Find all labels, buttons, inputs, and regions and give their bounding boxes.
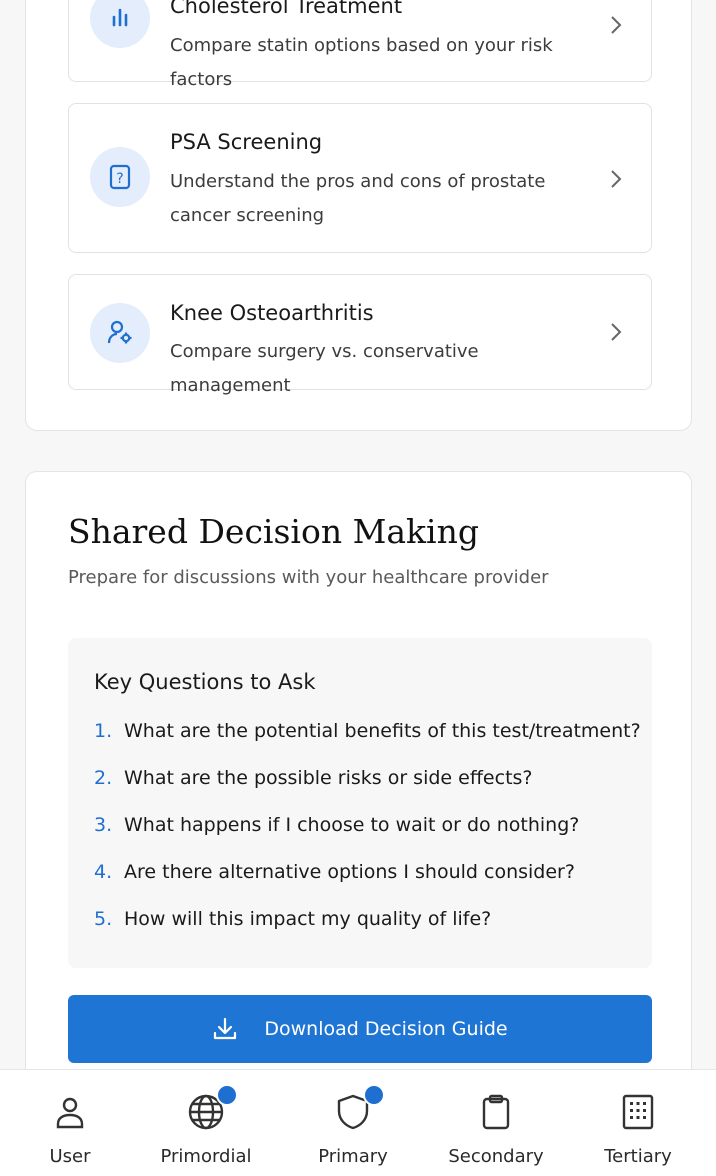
item-text: Are there alternative options I should c… [124,861,575,883]
chevron-right-icon [611,16,622,34]
download-button-label: Download Decision Guide [264,1018,508,1040]
nav-label: User [49,1146,91,1167]
shared-decision-card: Shared Decision Making Prepare for discu… [25,471,692,1121]
globe-icon [186,1084,238,1132]
key-questions-heading: Key Questions to Ask [94,670,316,694]
download-decision-guide-button[interactable]: Download Decision Guide [68,995,652,1063]
nav-item-secondary[interactable]: Secondary [436,1070,556,1176]
list-item: 3. What happens if I choose to wait or do… [94,814,641,861]
item-number: 4. [94,861,113,883]
download-icon [214,1017,237,1040]
item-number: 2. [94,767,113,789]
item-text: What are the possible risks or side effe… [124,767,533,789]
item-number: 5. [94,908,113,930]
nav-item-user[interactable]: User [10,1070,130,1176]
list-item: 1. What are the potential benefits of thi… [94,720,641,767]
nav-item-tertiary[interactable]: Tertiary [578,1070,698,1176]
list-item: 4. Are there alternative options I should… [94,861,641,908]
key-questions-box: Key Questions to Ask 1. What are the pote… [68,638,652,968]
nav-label: Primordial [160,1146,252,1167]
nav-label: Secondary [448,1146,544,1167]
building-icon [618,1092,658,1132]
option-cholesterol-treatment[interactable]: Cholesterol Treatment Compare statin opt… [68,0,652,90]
option-psa-screening[interactable]: ? PSA Screening Understand the pros and … [68,103,652,253]
item-text: How will this impact my quality of life? [124,908,492,930]
item-number: 3. [94,814,113,836]
user-icon [50,1092,90,1132]
notification-badge [363,1084,385,1106]
question-file-icon: ? [90,147,150,207]
list-item: 5. How will this impact my quality of lif… [94,908,641,955]
option-title: Knee Osteoarthritis [170,301,374,325]
notification-badge [216,1084,238,1106]
option-knee-osteoarthritis[interactable]: Knee Osteoarthritis Compare surgery vs. … [68,274,652,396]
bottom-nav: User Primordial Primary Secondary Tertia… [0,1069,716,1176]
app-viewport: Cholesterol Treatment Compare statin opt… [0,0,716,1176]
option-title: PSA Screening [170,130,323,154]
nav-item-primary[interactable]: Primary [293,1070,413,1176]
user-settings-icon [90,303,150,363]
bar-chart-icon [90,0,150,48]
clipboard-icon [476,1092,516,1132]
shield-icon [333,1084,385,1132]
decision-options-card: Cholesterol Treatment Compare statin opt… [25,0,692,431]
option-description: Understand the pros and cons of prostate… [170,171,546,226]
nav-label: Tertiary [604,1146,672,1167]
chevron-right-icon [611,323,622,341]
nav-item-primordial[interactable]: Primordial [146,1070,266,1176]
option-description: Compare statin options based on your ris… [170,35,553,90]
list-item: 2. What are the possible risks or side ef… [94,767,641,814]
nav-label: Primary [318,1146,388,1167]
key-questions-list: 1. What are the potential benefits of thi… [94,720,641,955]
section-title: Shared Decision Making [68,512,479,551]
item-text: What are the potential benefits of this … [124,720,641,742]
option-title: Cholesterol Treatment [170,0,403,18]
item-number: 1. [94,720,113,742]
item-text: What happens if I choose to wait or do n… [124,814,580,836]
chevron-right-icon [611,170,622,188]
option-description: Compare surgery vs. conservative managem… [170,341,479,396]
section-subtitle: Prepare for discussions with your health… [68,567,549,588]
svg-text:?: ? [116,171,123,187]
